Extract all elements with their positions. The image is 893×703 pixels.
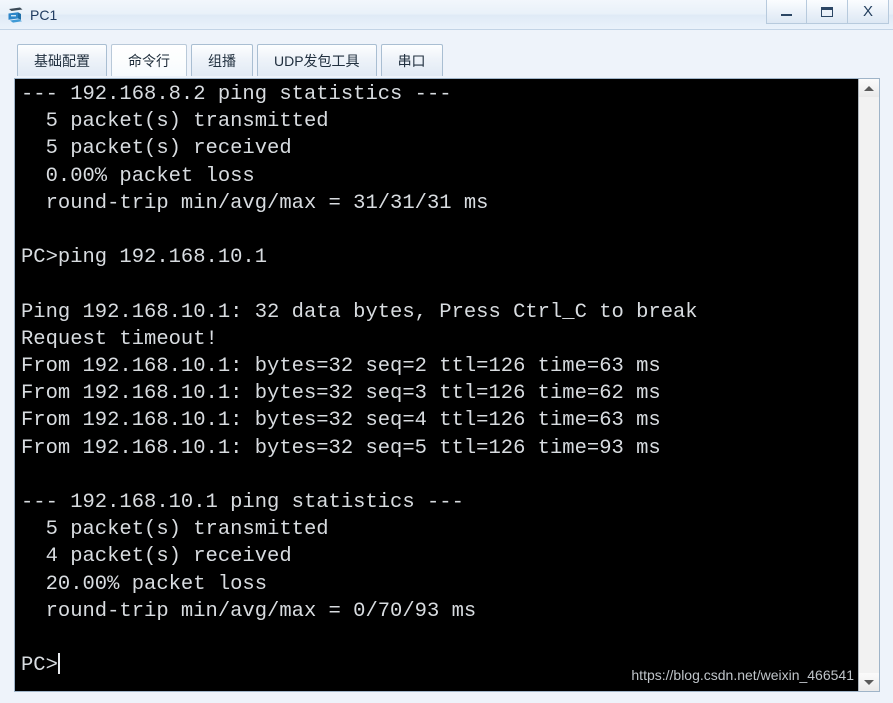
- text-cursor: [57, 653, 60, 675]
- maximize-button[interactable]: [807, 0, 848, 24]
- scroll-down-arrow-icon: [864, 679, 874, 685]
- tab-label: 组播: [208, 52, 236, 69]
- window-controls: X: [766, 0, 889, 25]
- tab-list: 基础配置 命令行 组播 UDP发包工具 串口: [17, 42, 447, 76]
- scroll-up-button[interactable]: [859, 79, 879, 97]
- scroll-down-button[interactable]: [859, 673, 879, 691]
- minimize-button[interactable]: [766, 0, 807, 24]
- title-bar-left: PC1: [6, 3, 57, 27]
- maximize-icon: [821, 6, 833, 17]
- tab-label: UDP发包工具: [274, 52, 360, 69]
- tab-udp-tool[interactable]: UDP发包工具: [257, 44, 377, 76]
- terminal-text: --- 192.168.8.2 ping statistics --- 5 pa…: [21, 83, 698, 678]
- title-bar[interactable]: PC1 X: [0, 0, 893, 30]
- watermark-text: https://blog.csdn.net/weixin_466541: [631, 667, 854, 683]
- tab-label: 命令行: [128, 52, 170, 69]
- tab-command-line[interactable]: 命令行: [111, 44, 187, 76]
- terminal-prompt: PC>: [21, 654, 58, 678]
- close-icon: X: [862, 3, 873, 20]
- scroll-up-arrow-icon: [864, 85, 874, 91]
- terminal-output-area[interactable]: --- 192.168.8.2 ping statistics --- 5 pa…: [15, 79, 858, 691]
- tab-label: 基础配置: [34, 52, 90, 69]
- tab-multicast[interactable]: 组播: [191, 44, 253, 76]
- tab-serial-port[interactable]: 串口: [380, 44, 443, 76]
- tab-label: 串口: [397, 52, 426, 69]
- minimize-icon: [781, 14, 792, 16]
- close-button[interactable]: X: [848, 0, 889, 24]
- tab-strip: 基础配置 命令行 组播 UDP发包工具 串口: [0, 30, 893, 78]
- terminal-scrollbar[interactable]: [858, 79, 879, 691]
- window-title: PC1: [30, 7, 58, 23]
- terminal-frame: --- 192.168.8.2 ping statistics --- 5 pa…: [14, 78, 880, 692]
- pc-device-icon: [8, 7, 23, 23]
- tab-basic-config[interactable]: 基础配置: [17, 44, 107, 76]
- scrollbar-track[interactable]: [859, 97, 879, 673]
- pc1-window: PC1 X 基础配置 命令行 组播 UDP发包工具 串口 --- 192.168…: [0, 0, 893, 703]
